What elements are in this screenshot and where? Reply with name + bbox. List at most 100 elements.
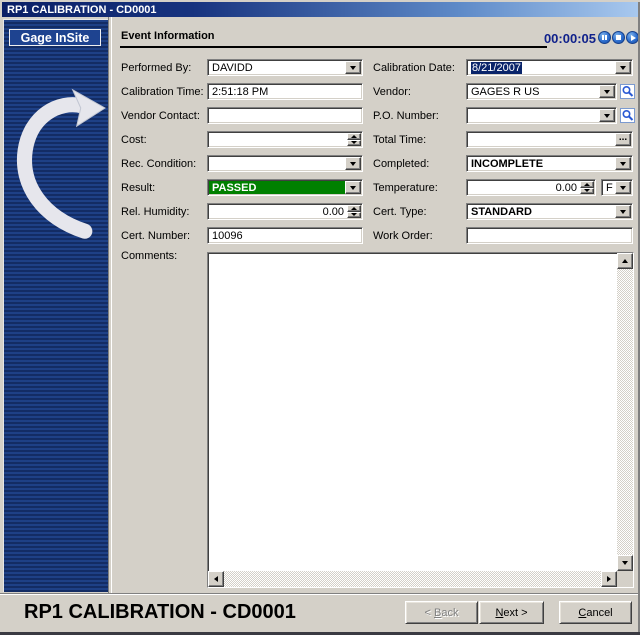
total-time-input[interactable]: ... (466, 131, 633, 148)
spinner-down-button[interactable] (347, 140, 361, 147)
rel-humidity-label: Rel. Humidity: (121, 206, 189, 218)
temperature-unit-combo[interactable]: F (601, 179, 633, 196)
work-order-input[interactable] (466, 227, 633, 244)
chevron-down-icon (620, 162, 626, 166)
calibration-time-value: 2:51:18 PM (212, 86, 268, 98)
cert-type-dropdown-button[interactable] (615, 205, 631, 218)
timer-display: 00:00:05 (466, 31, 596, 46)
page-title: Event Information (121, 30, 215, 42)
chevron-down-icon (620, 66, 626, 70)
swoosh-icon (6, 62, 107, 257)
performed-by-label: Performed By: (121, 62, 191, 74)
window-title: RP1 CALIBRATION - CD0001 (2, 4, 157, 16)
temperature-unit-dropdown-button[interactable] (615, 181, 631, 194)
footer-title: RP1 CALIBRATION - CD0001 (24, 601, 296, 624)
arrow-up-icon (351, 207, 357, 210)
title-bar[interactable]: RP1 CALIBRATION - CD0001 (2, 2, 638, 17)
rec-condition-combo[interactable] (207, 155, 363, 172)
temperature-value: 0.00 (556, 182, 577, 194)
temperature-unit-value: F (606, 182, 613, 194)
arrow-up-icon (622, 259, 628, 263)
horizontal-scrollbar[interactable] (208, 571, 617, 587)
chevron-down-icon (620, 210, 626, 214)
scrollbar-corner (617, 571, 633, 587)
pause-icon (602, 35, 604, 40)
spinner-down-button[interactable] (347, 212, 361, 219)
brand-text: Gage InSite (21, 31, 90, 45)
vendor-search-icon[interactable] (620, 84, 635, 99)
performed-by-combo[interactable]: DAVIDD (207, 59, 363, 76)
vendor-value: GAGES R US (471, 86, 539, 98)
cert-type-combo[interactable]: STANDARD (466, 203, 633, 220)
chevron-down-icon (350, 186, 356, 190)
cert-type-value: STANDARD (471, 206, 532, 218)
performed-by-dropdown-button[interactable] (345, 61, 361, 74)
vendor-contact-input[interactable] (207, 107, 363, 124)
completed-value: INCOMPLETE (471, 158, 543, 170)
chevron-down-icon (604, 90, 610, 94)
play-icon (631, 35, 636, 41)
work-order-label: Work Order: (373, 230, 433, 242)
rel-humidity-stepper[interactable]: 0.00 (207, 203, 363, 220)
scroll-right-button[interactable] (601, 571, 617, 587)
vendor-label: Vendor: (373, 86, 411, 98)
total-time-label: Total Time: (373, 134, 426, 146)
result-dropdown-button[interactable] (345, 181, 361, 194)
vertical-scrollbar-track[interactable] (617, 269, 633, 555)
completed-dropdown-button[interactable] (615, 157, 631, 170)
cost-stepper[interactable] (207, 131, 363, 148)
completed-label: Completed: (373, 158, 429, 170)
result-combo[interactable]: PASSED (207, 179, 363, 196)
vertical-scrollbar[interactable] (617, 253, 633, 571)
cancel-button[interactable]: Cancel (559, 601, 632, 624)
footer-divider (0, 593, 640, 595)
chevron-down-icon (604, 114, 610, 118)
cost-label: Cost: (121, 134, 147, 146)
po-number-dropdown-button[interactable] (599, 109, 615, 122)
calibration-date-label: Calibration Date: (373, 62, 455, 74)
spinner-down-button[interactable] (580, 188, 594, 195)
dialog-window: RP1 CALIBRATION - CD0001 Gage InSite Eve… (0, 0, 640, 635)
completed-combo[interactable]: INCOMPLETE (466, 155, 633, 172)
sidebar-divider (108, 17, 112, 593)
comments-label: Comments: (121, 250, 177, 262)
chevron-down-icon (350, 162, 356, 166)
temperature-stepper[interactable]: 0.00 (466, 179, 596, 196)
cert-type-label: Cert. Type: (373, 206, 427, 218)
rec-condition-dropdown-button[interactable] (345, 157, 361, 170)
arrow-up-icon (351, 135, 357, 138)
cert-number-input[interactable]: 10096 (207, 227, 363, 244)
calibration-time-label: Calibration Time: (121, 86, 204, 98)
calibration-date-value: 8/21/2007 (471, 62, 522, 74)
horizontal-scrollbar-track[interactable] (224, 571, 601, 587)
po-number-search-icon[interactable] (620, 108, 635, 123)
vendor-contact-label: Vendor Contact: (121, 110, 200, 122)
temperature-label: Temperature: (373, 182, 438, 194)
comments-textarea[interactable] (207, 252, 634, 588)
calibration-date-combo[interactable]: 8/21/2007 (466, 59, 633, 76)
stop-button[interactable] (612, 31, 625, 44)
calibration-time-input[interactable]: 2:51:18 PM (207, 83, 363, 100)
scroll-up-button[interactable] (617, 253, 633, 269)
chevron-down-icon (620, 186, 626, 190)
rec-condition-label: Rec. Condition: (121, 158, 196, 170)
scroll-left-button[interactable] (208, 571, 224, 587)
po-number-combo[interactable] (466, 107, 617, 124)
vendor-dropdown-button[interactable] (599, 85, 615, 98)
arrow-left-icon (214, 576, 218, 582)
scroll-down-button[interactable] (617, 555, 633, 571)
calibration-date-dropdown-button[interactable] (615, 61, 631, 74)
next-button[interactable]: Next > (479, 601, 544, 624)
brand-logo: Gage InSite (9, 29, 101, 46)
arrow-down-icon (351, 213, 357, 216)
pause-button[interactable] (598, 31, 611, 44)
chevron-down-icon (350, 66, 356, 70)
arrow-down-icon (351, 141, 357, 144)
vendor-combo[interactable]: GAGES R US (466, 83, 617, 100)
temperature-spinner (580, 181, 594, 194)
total-time-ellipsis-button[interactable]: ... (615, 133, 631, 146)
rel-humidity-spinner (347, 205, 361, 218)
header-divider (120, 46, 547, 48)
back-button[interactable]: < Back (405, 601, 478, 624)
cost-spinner (347, 133, 361, 146)
